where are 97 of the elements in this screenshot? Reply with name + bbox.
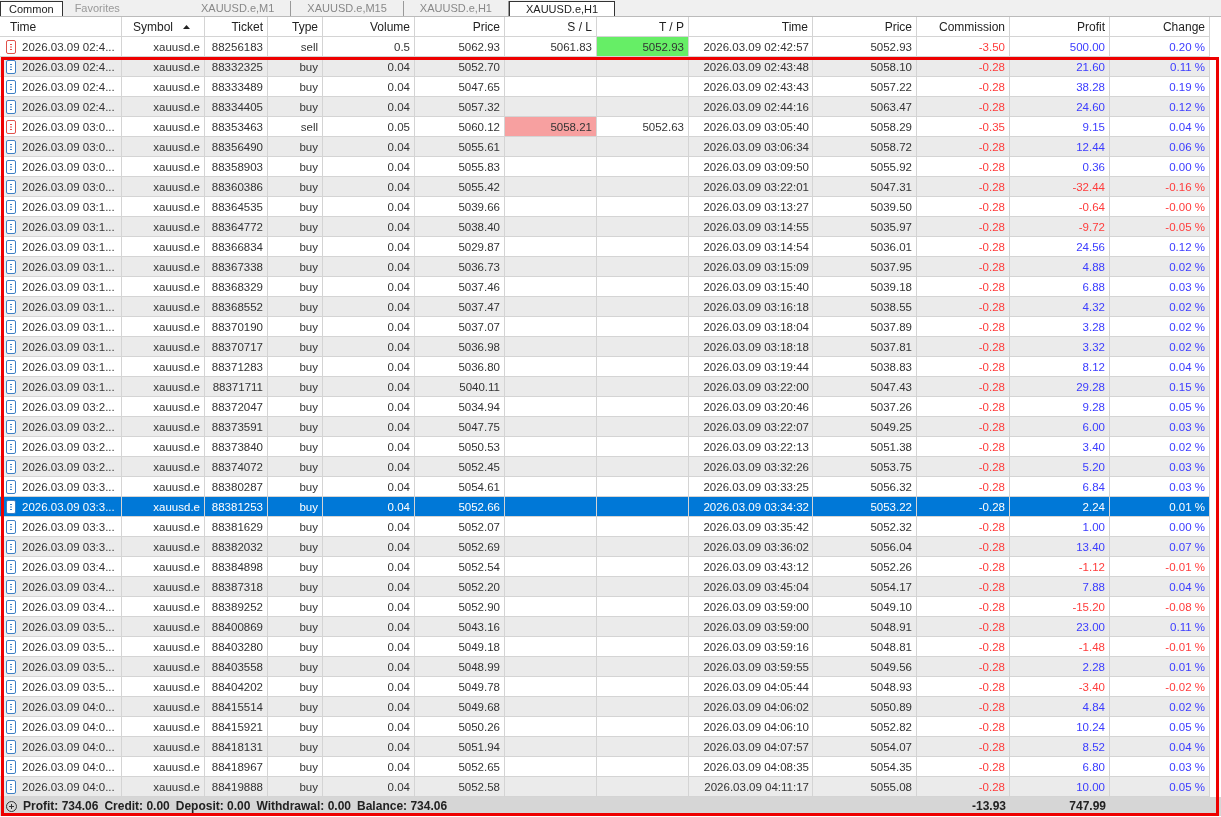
table-row[interactable]: 2026.03.09 04:0... xauusd.e 88415921 buy 0.04 5050.26 2026.03.09 04:06:10 5052.82 -0.28 10.24 0.05 %	[0, 717, 1210, 737]
open-time-cell-text: 2026.03.09 03:1...	[22, 199, 115, 215]
open-time-cell-text: 2026.03.09 03:4...	[22, 579, 115, 595]
table-row[interactable]: 2026.03.09 03:1... xauusd.e 88370190 buy 0.04 5037.07 2026.03.09 03:18:04 5037.89 -0.28 3.28 0.02 %	[0, 317, 1210, 337]
panel-tab[interactable]: Common	[0, 1, 63, 16]
open-time-cell-text: 2026.03.09 03:5...	[22, 639, 115, 655]
open-time-cell-text: 2026.03.09 03:2...	[22, 459, 115, 475]
open-time-cell-text: 2026.03.09 03:4...	[22, 599, 115, 615]
summary-text: Balance: 734.06	[357, 798, 448, 815]
open-time-cell-text: 2026.03.09 04:0...	[22, 779, 115, 795]
open-time-cell-text: 2026.03.09 03:5...	[22, 619, 115, 635]
table-row[interactable]: 2026.03.09 03:0... xauusd.e 88360386 buy 0.04 5055.42 2026.03.09 03:22:01 5047.31 -0.28 -32.44 -0.16 %	[0, 177, 1210, 197]
close-price-cell: 5052.93	[813, 37, 917, 57]
open-time-cell-text: 2026.03.09 03:3...	[22, 519, 115, 535]
open-time-cell-text: 2026.03.09 03:1...	[22, 259, 115, 275]
open-time-cell-text: 2026.03.09 04:0...	[22, 759, 115, 775]
profit-total: 747.99	[1068, 798, 1107, 815]
open-time-cell-text: 2026.03.09 03:1...	[22, 219, 115, 235]
take-profit-cell: 5052.93	[597, 37, 689, 57]
open-time-cell-text: 2026.03.09 02:4...	[22, 99, 115, 115]
table-row[interactable]: 2026.03.09 03:1... xauusd.e 88370717 buy 0.04 5036.98 2026.03.09 03:18:18 5037.81 -0.28 3.32 0.02 %	[0, 337, 1210, 357]
table-row[interactable]: 2026.03.09 03:0... xauusd.e 88353463 sell 0.05 5060.12 5058.21 5052.63 2026.03.09 03:05:40 5058.29 -0.35 9.15 0.04 %	[0, 117, 1210, 137]
table-row[interactable]: 2026.03.09 03:1... xauusd.e 88366834 buy 0.04 5029.87 2026.03.09 03:14:54 5036.01 -0.28 24.56 0.12 %	[0, 237, 1210, 257]
table-row[interactable]: 2026.03.09 03:4... xauusd.e 88387318 buy 0.04 5052.20 2026.03.09 03:45:04 5054.17 -0.28 7.88 0.04 %	[0, 577, 1210, 597]
table-row[interactable]: 2026.03.09 03:3... xauusd.e 88380287 buy 0.04 5054.61 2026.03.09 03:33:25 5056.32 -0.28 6.84 0.03 %	[0, 477, 1210, 497]
table-row[interactable]: 2026.03.09 03:1... xauusd.e 88371283 buy 0.04 5036.80 2026.03.09 03:19:44 5038.83 -0.28 8.12 0.04 %	[0, 357, 1210, 377]
table-row[interactable]: 2026.03.09 03:1... xauusd.e 88364535 buy 0.04 5039.66 2026.03.09 03:13:27 5039.50 -0.28 -0.64 -0.00 %	[0, 197, 1210, 217]
open-time-cell-text: 2026.03.09 04:0...	[22, 739, 115, 755]
open-time-cell-text: 2026.03.09 02:4...	[22, 39, 115, 55]
profit-cell: 500.00	[1010, 37, 1110, 57]
table-row[interactable]: 2026.03.09 03:5... xauusd.e 88403280 buy 0.04 5049.18 2026.03.09 03:59:16 5048.81 -0.28 -1.48 -0.01 %	[0, 637, 1210, 657]
stop-loss-cell: 5058.21	[505, 117, 597, 137]
open-time-cell-text: 2026.03.09 02:4...	[22, 79, 115, 95]
open-time-cell-text: 2026.03.09 03:4...	[22, 559, 115, 575]
table-row[interactable]: 2026.03.09 03:4... xauusd.e 88384898 buy 0.04 5052.54 2026.03.09 03:43:12 5052.26 -0.28 -1.12 -0.01 %	[0, 557, 1210, 577]
open-time-cell-text: 2026.03.09 03:1...	[22, 239, 115, 255]
open-time-cell-text: 2026.03.09 03:1...	[22, 299, 115, 315]
table-row[interactable]: 2026.03.09 02:4... xauusd.e 88333489 buy 0.04 5047.65 2026.03.09 02:43:43 5057.22 -0.28 38.28 0.19 %	[0, 77, 1210, 97]
table-row[interactable]: 2026.03.09 03:1... xauusd.e 88371711 buy 0.04 5040.11 2026.03.09 03:22:00 5047.43 -0.28 29.28 0.15 %	[0, 377, 1210, 397]
summary-text: Profit: 734.06	[23, 798, 99, 815]
table-row[interactable]: 2026.03.09 03:0... xauusd.e 88358903 buy 0.04 5055.83 2026.03.09 03:09:50 5055.92 -0.28 0.36 0.00 %	[0, 157, 1210, 177]
change-cell: 0.20 %	[1110, 37, 1210, 57]
table-row[interactable]: 2026.03.09 04:0... xauusd.e 88415514 buy 0.04 5049.68 2026.03.09 04:06:02 5050.89 -0.28 4.84 0.02 %	[0, 697, 1210, 717]
table-row[interactable]: 2026.03.09 03:2... xauusd.e 88373840 buy 0.04 5050.53 2026.03.09 03:22:13 5051.38 -0.28 3.40 0.02 %	[0, 437, 1210, 457]
table-row[interactable]: 2026.03.09 03:1... xauusd.e 88368329 buy 0.04 5037.46 2026.03.09 03:15:40 5039.18 -0.28 6.88 0.03 %	[0, 277, 1210, 297]
expand-icon[interactable]	[6, 801, 17, 812]
table-row[interactable]: 2026.03.09 03:2... xauusd.e 88374072 buy 0.04 5052.45 2026.03.09 03:32:26 5053.75 -0.28 5.20 0.03 %	[0, 457, 1210, 477]
open-time-cell-text: 2026.03.09 03:0...	[22, 179, 115, 195]
open-time-cell-text: 2026.03.09 03:3...	[22, 479, 115, 495]
ticket-cell: 88256183	[205, 37, 268, 57]
symbol-cell: xauusd.e	[122, 37, 205, 57]
table-row[interactable]: 2026.03.09 03:4... xauusd.e 88389252 buy 0.04 5052.90 2026.03.09 03:59:00 5049.10 -0.28 -15.20 -0.08 %	[0, 597, 1210, 617]
commission-cell: -3.50	[917, 37, 1010, 57]
summary-text: Deposit: 0.00	[175, 798, 251, 815]
table-row[interactable]: 2026.03.09 03:1... xauusd.e 88367338 buy 0.04 5036.73 2026.03.09 03:15:09 5037.95 -0.28 4.88 0.02 %	[0, 257, 1210, 277]
open-time-cell-text: 2026.03.09 03:5...	[22, 659, 115, 675]
volume-cell: 0.5	[323, 37, 415, 57]
table-row[interactable]: 2026.03.09 03:2... xauusd.e 88372047 buy 0.04 5034.94 2026.03.09 03:20:46 5037.26 -0.28 9.28 0.05 %	[0, 397, 1210, 417]
table-row[interactable]: 2026.03.09 03:3... xauusd.e 88381629 buy 0.04 5052.07 2026.03.09 03:35:42 5052.32 -0.28 1.00 0.00 %	[0, 517, 1210, 537]
table-row[interactable]: 2026.03.09 03:5... xauusd.e 88403558 buy 0.04 5048.99 2026.03.09 03:59:55 5049.56 -0.28 2.28 0.01 %	[0, 657, 1210, 677]
open-time-cell-text: 2026.03.09 03:1...	[22, 339, 115, 355]
open-time-cell-text: 2026.03.09 04:0...	[22, 699, 115, 715]
close-time-cell: 2026.03.09 02:42:57	[689, 37, 813, 57]
open-time-cell-text: 2026.03.09 03:2...	[22, 419, 115, 435]
open-time-cell-text: 2026.03.09 02:4...	[22, 59, 115, 75]
summary-text: Credit: 0.00	[104, 798, 170, 815]
table-row[interactable]: 2026.03.09 03:1... xauusd.e 88368552 buy 0.04 5037.47 2026.03.09 03:16:18 5038.55 -0.28 4.32 0.02 %	[0, 297, 1210, 317]
open-time-cell-text: 2026.03.09 03:1...	[22, 359, 115, 375]
open-price-cell: 5062.93	[415, 37, 505, 57]
table-row[interactable]: 2026.03.09 03:1... xauusd.e 88364772 buy 0.04 5038.40 2026.03.09 03:14:55 5035.97 -0.28 -9.72 -0.05 %	[0, 217, 1210, 237]
table-row[interactable]: 2026.03.09 03:2... xauusd.e 88373591 buy 0.04 5047.75 2026.03.09 03:22:07 5049.25 -0.28 6.00 0.03 %	[0, 417, 1210, 437]
open-time-cell-text: 2026.03.09 03:2...	[22, 399, 115, 415]
summary-text: Withdrawal: 0.00	[256, 798, 352, 815]
open-time-cell-text: 2026.03.09 03:3...	[22, 539, 115, 555]
table-row[interactable]: 2026.03.09 03:3... xauusd.e 88382032 buy 0.04 5052.69 2026.03.09 03:36:02 5056.04 -0.28 13.40 0.07 %	[0, 537, 1210, 557]
open-time-cell-text: 2026.03.09 03:3...	[22, 499, 115, 515]
type-cell: sell	[268, 37, 323, 57]
open-time-cell-text: 2026.03.09 03:1...	[22, 279, 115, 295]
table-row[interactable]: 2026.03.09 04:0... xauusd.e 88418131 buy 0.04 5051.94 2026.03.09 04:07:57 5054.07 -0.28 8.52 0.04 %	[0, 737, 1210, 757]
table-row[interactable]: 2026.03.09 03:3... xauusd.e 88381253 buy 0.04 5052.66 2026.03.09 03:34:32 5053.22 -0.28 2.24 0.01 %	[0, 497, 1210, 517]
open-time-cell-text: 2026.03.09 03:0...	[22, 119, 115, 135]
open-time-cell-text: 2026.03.09 03:5...	[22, 679, 115, 695]
open-time-cell-text: 2026.03.09 03:0...	[22, 159, 115, 175]
table-row[interactable]: 2026.03.09 03:5... xauusd.e 88400869 buy 0.04 5043.16 2026.03.09 03:59:00 5048.91 -0.28 23.00 0.11 %	[0, 617, 1210, 637]
table-row[interactable]: 2026.03.09 03:0... xauusd.e 88356490 buy 0.04 5055.61 2026.03.09 03:06:34 5058.72 -0.28 12.44 0.06 %	[0, 137, 1210, 157]
table-row[interactable]: 2026.03.09 03:5... xauusd.e 88404202 buy 0.04 5049.78 2026.03.09 04:05:44 5048.93 -0.28 -3.40 -0.02 %	[0, 677, 1210, 697]
commission-total: -13.93	[970, 798, 1007, 815]
table-row[interactable]: 2026.03.09 02:4... xauusd.e 88334405 buy 0.04 5057.32 2026.03.09 02:44:16 5063.47 -0.28 24.60 0.12 %	[0, 97, 1210, 117]
table-row[interactable]: 2026.03.09 02:4... xauusd.e 88256183 sell 0.5 5062.93 5061.83 5052.93 2026.03.09 02:42:57 5052.93 -3.50 500.00 0.20 %	[0, 37, 1210, 57]
table-row[interactable]: 2026.03.09 04:0... xauusd.e 88419888 buy 0.04 5052.58 2026.03.09 04:11:17 5055.08 -0.28 10.00 0.05 %	[0, 777, 1210, 797]
open-time-cell-text: 2026.03.09 03:2...	[22, 439, 115, 455]
open-time-cell-text: 2026.03.09 03:1...	[22, 379, 115, 395]
open-time-cell-text: 2026.03.09 03:1...	[22, 319, 115, 335]
open-time-cell-text: 2026.03.09 03:0...	[22, 139, 115, 155]
chart-tab[interactable]: XAUUSD.e,H1	[509, 1, 616, 16]
open-time-cell-text: 2026.03.09 04:0...	[22, 719, 115, 735]
table-row[interactable]: 2026.03.09 04:0... xauusd.e 88418967 buy 0.04 5052.65 2026.03.09 04:08:35 5054.35 -0.28 6.80 0.03 %	[0, 757, 1210, 777]
